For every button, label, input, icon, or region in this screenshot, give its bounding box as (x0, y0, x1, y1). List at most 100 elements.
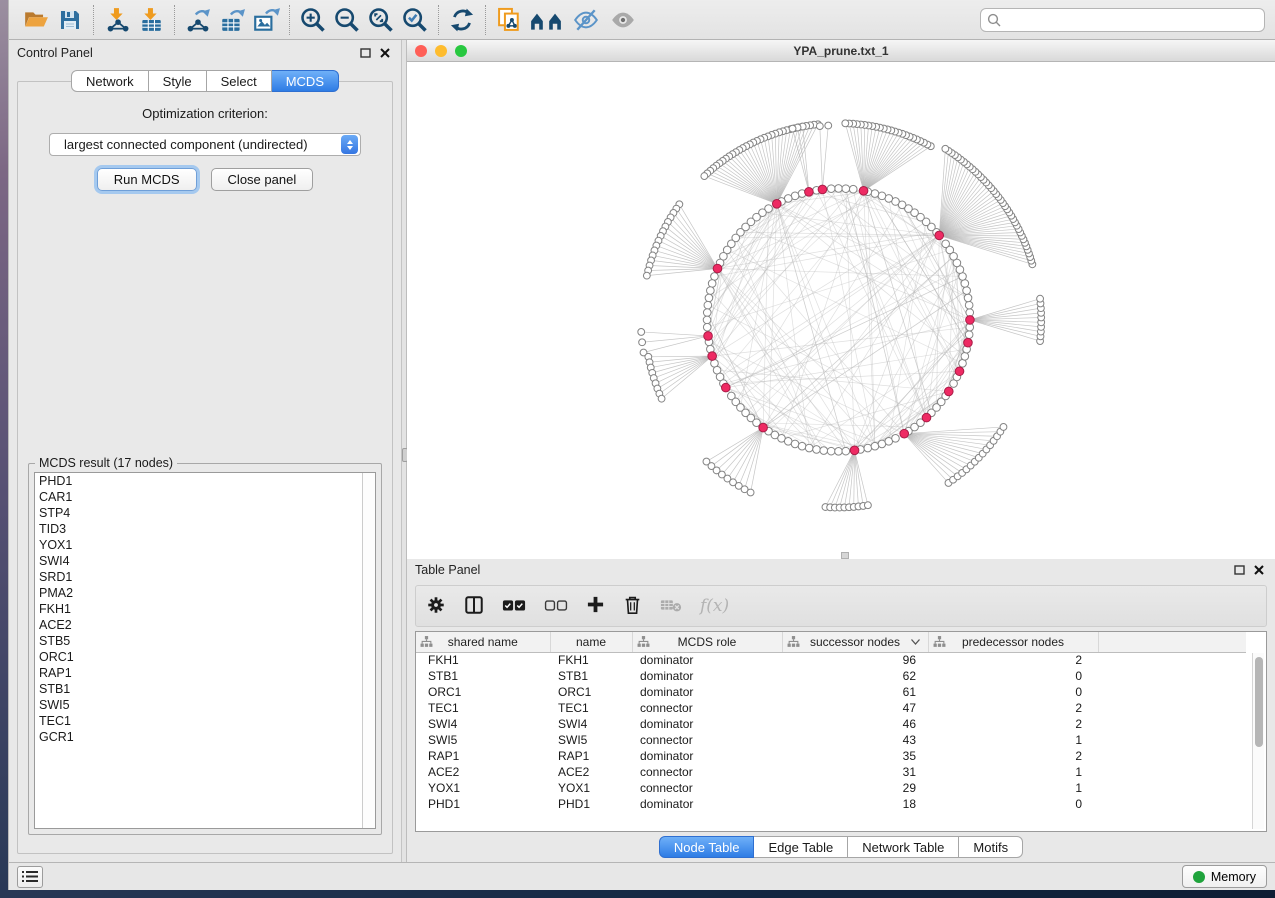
show-all-icon[interactable] (606, 4, 640, 36)
table-scrollbar[interactable] (1252, 653, 1264, 829)
cell-MCDS-role[interactable]: connector (632, 732, 782, 748)
cell-successor-nodes[interactable]: 35 (782, 748, 928, 764)
dominator-node[interactable] (964, 338, 973, 347)
run-mcds-button[interactable]: Run MCDS (97, 168, 197, 191)
cell-predecessor-nodes[interactable]: 2 (928, 652, 1098, 668)
task-history-list-icon[interactable] (17, 866, 43, 888)
network-node[interactable] (701, 173, 708, 180)
network-node[interactable] (963, 287, 971, 295)
cell-predecessor-nodes[interactable]: 1 (928, 780, 1098, 796)
network-node[interactable] (959, 360, 967, 368)
open-session-icon[interactable] (19, 4, 53, 36)
mcds-result-item[interactable]: PMA2 (35, 585, 375, 601)
zoom-in-icon[interactable] (296, 4, 330, 36)
cell-shared-name[interactable]: ORC1 (416, 684, 550, 700)
dominator-node[interactable] (935, 231, 944, 240)
dominator-node[interactable] (805, 188, 814, 197)
float-table-panel-icon[interactable] (1231, 562, 1247, 578)
mcds-list-scrollbar[interactable] (362, 473, 375, 828)
cell-name[interactable]: ACE2 (550, 764, 632, 780)
cell-successor-nodes[interactable]: 96 (782, 652, 928, 668)
close-table-panel-icon[interactable] (1251, 562, 1267, 578)
cell-predecessor-nodes[interactable]: 0 (928, 668, 1098, 684)
network-node[interactable] (871, 190, 879, 198)
cell-predecessor-nodes[interactable]: 1 (928, 732, 1098, 748)
cell-name[interactable]: RAP1 (550, 748, 632, 764)
table-scrollbar-thumb[interactable] (1255, 657, 1263, 747)
mcds-result-item[interactable]: RAP1 (35, 665, 375, 681)
export-image-icon[interactable] (249, 4, 283, 36)
mcds-result-item[interactable]: SRD1 (35, 569, 375, 585)
cell-MCDS-role[interactable]: dominator (632, 684, 782, 700)
export-table-icon[interactable] (215, 4, 249, 36)
dominator-node[interactable] (772, 199, 781, 208)
new-network-from-selection-icon[interactable] (492, 4, 526, 36)
first-neighbors-icon[interactable] (526, 4, 566, 36)
dominator-node[interactable] (713, 264, 722, 273)
cell-successor-nodes[interactable]: 46 (782, 716, 928, 732)
network-node[interactable] (639, 339, 646, 346)
tab-select[interactable]: Select (207, 70, 272, 92)
table-row[interactable]: TEC1TEC1connector472 (416, 700, 1246, 716)
cell-successor-nodes[interactable]: 31 (782, 764, 928, 780)
dominator-node[interactable] (721, 383, 730, 392)
network-node[interactable] (747, 489, 754, 496)
network-node[interactable] (805, 444, 813, 452)
network-node[interactable] (703, 323, 711, 331)
zoom-fit-selected-icon[interactable] (398, 4, 432, 36)
dominator-node[interactable] (966, 316, 975, 325)
column-header-shared-name[interactable]: shared name (416, 632, 550, 652)
tab-network-table[interactable]: Network Table (848, 836, 959, 858)
cell-name[interactable]: YOX1 (550, 780, 632, 796)
tab-network[interactable]: Network (71, 70, 149, 92)
cell-shared-name[interactable]: SWI4 (416, 716, 550, 732)
table-row[interactable]: ACE2ACE2connector311 (416, 764, 1246, 780)
cell-predecessor-nodes[interactable]: 0 (928, 796, 1098, 812)
node-table[interactable]: shared namenameMCDS rolesuccessor nodesp… (415, 631, 1267, 832)
table-row[interactable]: SWI5SWI5connector431 (416, 732, 1246, 748)
column-selector-icon[interactable] (464, 595, 484, 618)
mcds-result-item[interactable]: ORC1 (35, 649, 375, 665)
network-canvas[interactable] (407, 62, 1275, 559)
mcds-result-item[interactable]: ACE2 (35, 617, 375, 633)
mcds-result-list[interactable]: PHD1CAR1STP4TID3YOX1SWI4SRD1PMA2FKH1ACE2… (34, 472, 376, 829)
close-panel-icon[interactable] (377, 45, 393, 61)
cell-MCDS-role[interactable]: dominator (632, 652, 782, 668)
mcds-result-item[interactable]: STB5 (35, 633, 375, 649)
network-node[interactable] (820, 447, 828, 455)
network-node[interactable] (961, 352, 969, 360)
cell-name[interactable]: SWI5 (550, 732, 632, 748)
network-node[interactable] (942, 240, 950, 248)
cell-predecessor-nodes[interactable]: 1 (928, 764, 1098, 780)
dominator-node[interactable] (818, 185, 827, 194)
cell-shared-name[interactable]: PHD1 (416, 796, 550, 812)
mcds-result-item[interactable]: TID3 (35, 521, 375, 537)
network-node[interactable] (707, 287, 715, 295)
dominator-node[interactable] (955, 367, 964, 376)
cell-name[interactable]: ORC1 (550, 684, 632, 700)
network-node[interactable] (827, 185, 835, 193)
cell-successor-nodes[interactable]: 47 (782, 700, 928, 716)
network-window-titlebar[interactable]: YPA_prune.txt_1 (407, 40, 1275, 62)
network-node[interactable] (835, 448, 843, 456)
cell-MCDS-role[interactable]: dominator (632, 668, 782, 684)
select-all-rows-icon[interactable] (502, 597, 526, 616)
memory-button[interactable]: Memory (1182, 865, 1267, 888)
network-node[interactable] (942, 145, 949, 152)
network-node[interactable] (816, 123, 823, 130)
cell-MCDS-role[interactable]: connector (632, 700, 782, 716)
cell-shared-name[interactable]: YOX1 (416, 780, 550, 796)
import-table-from-file-icon[interactable] (134, 4, 168, 36)
mcds-result-item[interactable]: SWI4 (35, 553, 375, 569)
network-node[interactable] (705, 294, 713, 302)
refresh-view-icon[interactable] (445, 4, 479, 36)
network-node[interactable] (965, 301, 973, 309)
cell-successor-nodes[interactable]: 18 (782, 796, 928, 812)
cell-successor-nodes[interactable]: 29 (782, 780, 928, 796)
network-node[interactable] (825, 122, 832, 129)
network-node[interactable] (892, 434, 900, 442)
network-node[interactable] (961, 280, 969, 288)
table-row[interactable]: YOX1YOX1connector291 (416, 780, 1246, 796)
cell-name[interactable]: SWI4 (550, 716, 632, 732)
cell-MCDS-role[interactable]: dominator (632, 796, 782, 812)
